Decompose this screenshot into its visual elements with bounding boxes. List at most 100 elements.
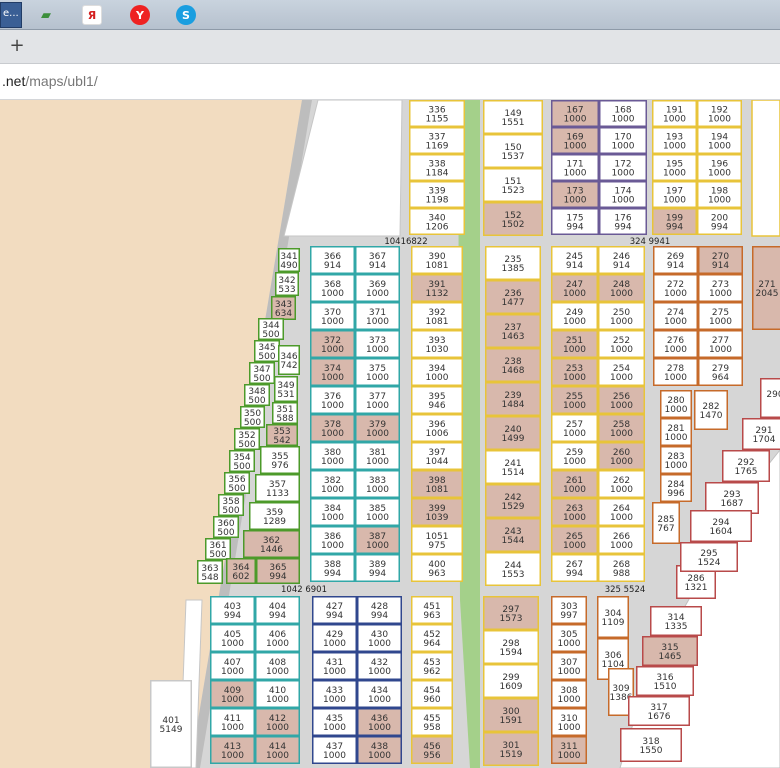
lot-316: 3161510 (636, 666, 694, 696)
lot-373-area: 1000 (366, 345, 389, 355)
lot-268: 268988 (598, 554, 645, 582)
lot-255: 2551000 (551, 386, 598, 414)
lot-169-area: 1000 (564, 142, 587, 152)
lot-407: 4071000 (210, 652, 255, 680)
lot-297-area: 1573 (500, 614, 523, 624)
lot-366-area: 914 (324, 261, 341, 271)
lot-195-area: 1000 (663, 169, 686, 179)
lot-359: 3591289 (249, 502, 300, 530)
lot-241: 2411514 (485, 450, 541, 484)
lot-295-area: 1524 (698, 558, 721, 568)
new-tab-button[interactable]: + (6, 35, 28, 57)
lot-272: 2721000 (653, 274, 698, 302)
lot-403-area: 994 (224, 611, 241, 621)
lot-250: 2501000 (598, 302, 645, 330)
lot-342-area: 533 (278, 285, 295, 295)
lot-171: 1711000 (551, 154, 599, 181)
url-path: /maps/ubl1/ (25, 73, 98, 89)
lot-357: 3571133 (255, 474, 300, 502)
lot-362-area: 1446 (260, 545, 283, 555)
lot-358: 358500 (218, 494, 244, 516)
lot-349: 349531 (274, 376, 298, 402)
lot-310-area: 1000 (558, 723, 581, 733)
lot-298: 2981594 (483, 630, 539, 664)
lot-361: 361500 (205, 538, 231, 560)
lot-338-area: 1184 (426, 169, 449, 179)
lot-191-area: 1000 (663, 115, 686, 125)
lot-240: 2401499 (485, 416, 541, 450)
lot-379-area: 1000 (366, 429, 389, 439)
lot-353: 353542 (266, 424, 298, 446)
yandex-browser-icon[interactable]: Y (130, 5, 150, 25)
lot-270: 270914 (698, 246, 743, 274)
lot-383: 3831000 (355, 470, 400, 498)
lot-372: 3721000 (310, 330, 355, 358)
url-text[interactable]: .net/maps/ubl1/ (2, 73, 98, 89)
lot-363: 363548 (197, 560, 223, 584)
lot-360-area: 500 (217, 528, 234, 538)
lot-253-area: 1000 (563, 373, 586, 383)
lot-246-area: 914 (613, 261, 630, 271)
lot-200: 200994 (697, 208, 742, 235)
lot-369-area: 1000 (366, 289, 389, 299)
lot-368: 3681000 (310, 274, 355, 302)
lot-354-area: 500 (233, 462, 250, 472)
lot-456-area: 956 (423, 751, 440, 761)
lot-236-area: 1477 (502, 298, 525, 308)
lot-263-area: 1000 (563, 513, 586, 523)
lot-280-area: 1000 (665, 405, 688, 415)
lot-378: 3781000 (310, 414, 355, 442)
lot-388: 388994 (310, 554, 355, 582)
lot-290-number: 290 (766, 390, 780, 400)
lot-374: 3741000 (310, 358, 355, 386)
lot-391: 3911132 (411, 274, 463, 302)
lot-169: 1691000 (551, 127, 599, 154)
lot-363-area: 548 (201, 573, 218, 583)
lot-347-area: 500 (253, 374, 270, 384)
lot-410: 4101000 (255, 680, 300, 708)
lot-339-area: 1198 (426, 196, 449, 206)
lot-414: 4141000 (255, 736, 300, 764)
lot-304-area: 1109 (602, 618, 625, 628)
lot-254-area: 1000 (610, 373, 633, 383)
lot-436-area: 1000 (368, 723, 391, 733)
lot-409: 4091000 (210, 680, 255, 708)
map-canvas[interactable]: 33611553371169338118433911983401206 14915… (0, 100, 780, 768)
lot-261: 2611000 (551, 470, 598, 498)
lot-192-area: 1000 (708, 115, 731, 125)
lot-412-area: 1000 (266, 723, 289, 733)
active-task-button[interactable]: е... (0, 2, 22, 28)
lot-258-area: 1000 (610, 429, 633, 439)
lot-356-area: 500 (228, 484, 245, 494)
tab-strip: + (0, 30, 780, 64)
lot-281: 2811000 (660, 418, 692, 446)
lot-390: 3901081 (411, 246, 463, 274)
lot-315-area: 1465 (659, 652, 682, 662)
lot-400-area: 963 (428, 569, 445, 579)
lot-282-area: 1470 (700, 411, 723, 421)
lot-269-area: 914 (667, 261, 684, 271)
lot-314-area: 1335 (665, 622, 688, 632)
yandex-icon[interactable]: Я (82, 5, 102, 25)
lot-385: 3851000 (355, 498, 400, 526)
lot-173-area: 1000 (564, 196, 587, 206)
lot-364: 364602 (226, 558, 256, 584)
skype-icon[interactable]: S (176, 5, 196, 25)
lot-292-area: 1765 (735, 467, 758, 477)
lot-346-area: 742 (280, 361, 297, 371)
lot-261-area: 1000 (563, 485, 586, 495)
lot-170-area: 1000 (612, 142, 635, 152)
lot-359-area: 1289 (263, 517, 286, 527)
lot-394-area: 1000 (426, 373, 449, 383)
address-bar[interactable]: .net/maps/ubl1/ (0, 64, 780, 100)
lot-386-area: 1000 (321, 541, 344, 551)
lot-427: 427994 (312, 596, 357, 624)
lot-364-area: 602 (232, 572, 249, 582)
lot-367: 367914 (355, 246, 400, 274)
cadastral-map[interactable]: 336 1155 337 1169 338 1184 339 1198 340 1206 149 15… (0, 100, 780, 768)
lot-168-area: 1000 (612, 115, 635, 125)
lot-301-area: 1519 (500, 750, 523, 760)
lot-295: 2951524 (680, 542, 738, 572)
folder-icon[interactable]: ▰ (36, 5, 56, 25)
lot-235-area: 1385 (502, 264, 525, 274)
